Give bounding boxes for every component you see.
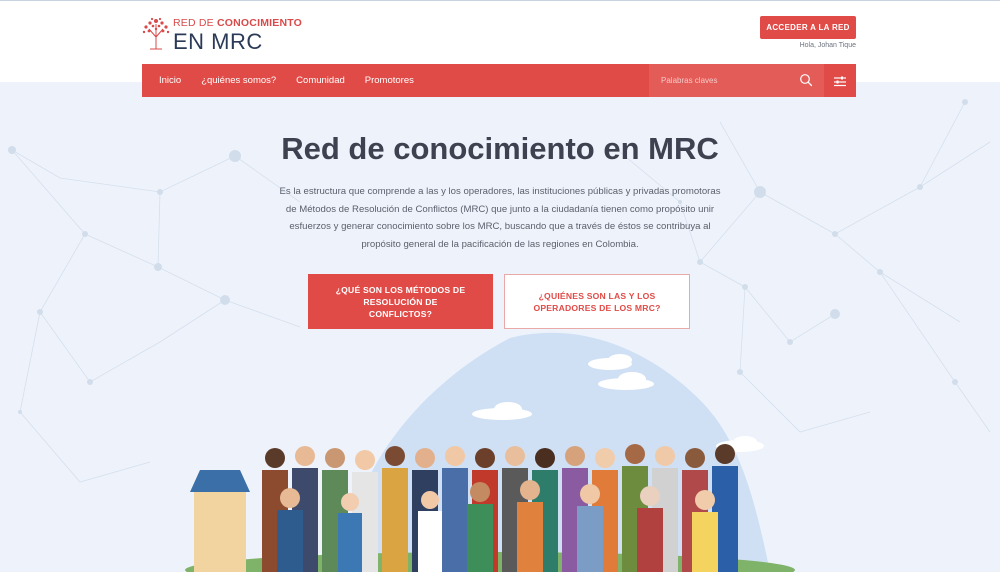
site-logo[interactable]: RED DE CONOCIMIENTO EN MRC bbox=[140, 15, 303, 54]
search-input[interactable] bbox=[649, 64, 789, 97]
community-illustration bbox=[185, 332, 795, 572]
tree-logo-icon bbox=[142, 17, 170, 50]
logo-text-bottom: EN MRC bbox=[173, 29, 263, 54]
what-are-mrc-button[interactable]: ¿QUÉ SON LOS MÉTODOS DE RESOLUCIÓN DE CO… bbox=[308, 274, 493, 329]
nav-item-inicio[interactable]: Inicio bbox=[142, 75, 191, 86]
search-box bbox=[649, 64, 824, 97]
hero-title: Red de conocimiento en MRC bbox=[281, 131, 719, 166]
main-navbar: Inicio ¿quiénes somos? Comunidad Promoto… bbox=[142, 64, 856, 97]
nav-item-quienes-somos[interactable]: ¿quiénes somos? bbox=[191, 75, 286, 86]
hero-description: Es la estructura que comprende a las y l… bbox=[279, 186, 721, 250]
filter-menu-button[interactable] bbox=[824, 64, 856, 97]
user-greeting: Hola, Johan Tique bbox=[799, 42, 856, 49]
filter-sliders-icon bbox=[834, 76, 846, 86]
access-network-button[interactable]: ACCEDER A LA RED bbox=[760, 16, 856, 39]
nav-item-promotores[interactable]: Promotores bbox=[355, 75, 424, 86]
search-icon[interactable] bbox=[799, 73, 813, 87]
who-are-operators-button[interactable]: ¿QUIÉNES SON LAS Y LOS OPERADORES DE LOS… bbox=[504, 274, 690, 329]
nav-links: Inicio ¿quiénes somos? Comunidad Promoto… bbox=[142, 64, 424, 97]
logo-text-top: RED DE CONOCIMIENTO bbox=[173, 17, 303, 29]
nav-item-comunidad[interactable]: Comunidad bbox=[286, 75, 355, 86]
